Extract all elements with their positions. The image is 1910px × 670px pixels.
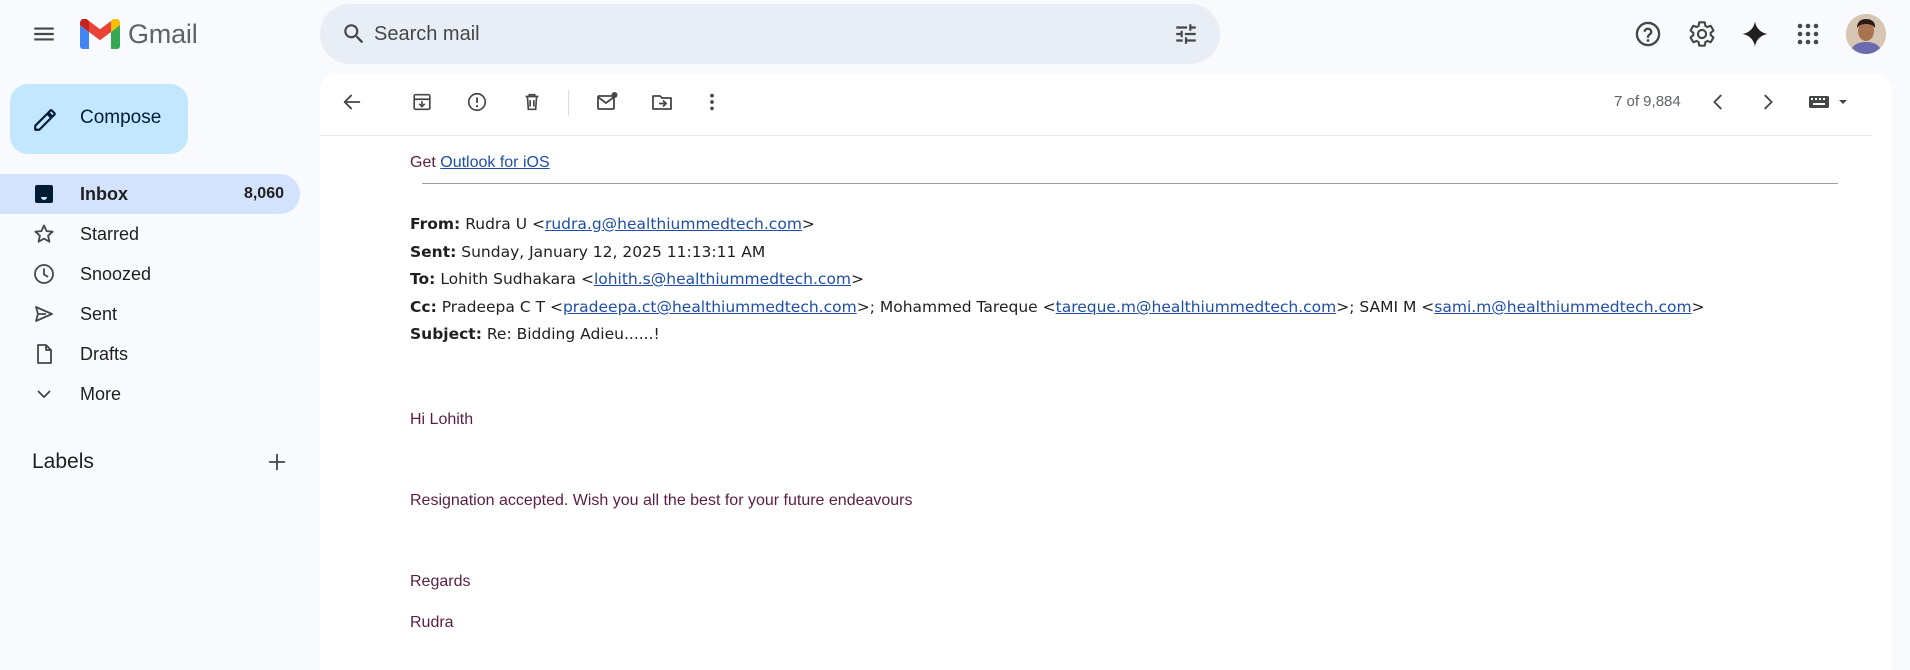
keyboard-icon[interactable] [1800, 80, 1860, 124]
unread-count: 8,060 [243, 185, 284, 202]
chevron-left-icon[interactable] [1696, 80, 1740, 124]
cc-text: Pradeepa C T < [441, 298, 563, 316]
gmail-logo-icon [80, 19, 120, 49]
to-label: To: [410, 270, 436, 288]
star-icon [32, 222, 56, 246]
to-email-link[interactable]: lohith.s@healthiummedtech.com [594, 270, 851, 288]
search-bar[interactable] [320, 4, 1220, 64]
clock-icon [32, 262, 56, 286]
settings-gear-icon[interactable] [1678, 10, 1726, 58]
get-prefix: Get [410, 154, 436, 171]
inbox-icon [32, 182, 56, 206]
more-vert-icon[interactable] [690, 80, 734, 124]
cc-email-link[interactable]: tareque.m@healthiummedtech.com [1056, 298, 1337, 316]
from-name: Rudra U < [465, 215, 545, 233]
message-view: 7 of 9,884 Get Outlook for iOS From: Rud… [320, 74, 1892, 670]
sidebar-item-label: More [80, 384, 122, 404]
move-to-icon[interactable] [640, 80, 684, 124]
cc-email-link[interactable]: pradeepa.ct@healthiummedtech.com [563, 298, 857, 316]
chevron-right-icon[interactable] [1746, 80, 1790, 124]
message-toolbar: 7 of 9,884 [320, 74, 1872, 136]
compose-label: Compose [80, 107, 162, 128]
main-menu-icon[interactable] [20, 10, 68, 58]
labels-heading: Labels [32, 450, 94, 473]
search-options-icon[interactable] [1162, 10, 1210, 58]
cc-text: >; SAMI M < [1336, 298, 1435, 316]
closing-text: Regards [410, 573, 471, 590]
sidebar-item-snoozed[interactable]: Snoozed [0, 254, 300, 294]
cc-label: Cc: [410, 298, 437, 316]
add-label-icon[interactable] [253, 442, 301, 482]
sidebar-item-inbox[interactable]: Inbox 8,060 [0, 174, 300, 214]
back-arrow-icon[interactable] [330, 80, 374, 124]
sidebar-item-label: Snoozed [80, 264, 152, 284]
signature-text: Rudra [410, 614, 454, 631]
cc-line: Cc: Pradeepa C T <pradeepa.ct@healthiumm… [410, 298, 1705, 316]
archive-icon[interactable] [400, 80, 444, 124]
help-icon[interactable] [1624, 10, 1672, 58]
toolbar-divider [568, 90, 569, 116]
from-email-link[interactable]: rudra.g@healthiummedtech.com [545, 215, 802, 233]
sidebar-item-label: Sent [80, 304, 118, 324]
sidebar-item-label: Starred [80, 224, 140, 244]
header-divider [422, 183, 1838, 184]
sidebar-item-label: Drafts [80, 344, 129, 364]
report-spam-icon[interactable] [455, 80, 499, 124]
gemini-sparkle-icon[interactable] [1731, 10, 1779, 58]
to-suffix: > [851, 270, 865, 288]
greeting-text: Hi Lohith [410, 411, 474, 428]
outlook-ios-link[interactable]: Outlook for iOS [440, 154, 549, 171]
sidebar-item-more[interactable]: More [0, 374, 300, 414]
from-suffix: > [801, 215, 815, 233]
sent-label: Sent: [410, 243, 457, 261]
google-apps-icon[interactable] [1784, 10, 1832, 58]
delete-icon[interactable] [510, 80, 554, 124]
app-name: Gmail [128, 18, 198, 49]
sidebar-item-drafts[interactable]: Drafts [0, 334, 300, 374]
pencil-icon [32, 107, 58, 133]
to-name: Lohith Sudhakara < [440, 270, 594, 288]
sidebar-item-sent[interactable]: Sent [0, 294, 300, 334]
account-avatar[interactable] [1846, 14, 1886, 54]
cc-text: > [1691, 298, 1705, 316]
to-line: To: Lohith Sudhakara <lohith.s@healthium… [410, 270, 864, 288]
sidebar-item-label: Inbox [80, 184, 128, 204]
sent-value: Sunday, January 12, 2025 11:13:11 AM [461, 243, 766, 261]
chevron-down-icon [32, 382, 56, 406]
sent-line: Sent: Sunday, January 12, 2025 11:13:11 … [410, 243, 765, 261]
message-text: Resignation accepted. Wish you all the b… [410, 492, 913, 509]
from-line: From: Rudra U <rudra.g@healthiummedtech.… [410, 215, 815, 233]
subject-value: Re: Bidding Adieu......! [486, 325, 660, 343]
draft-icon [32, 342, 56, 366]
message-pager: 7 of 9,884 [1614, 93, 1681, 110]
subject-label: Subject: [410, 325, 482, 343]
send-icon [32, 302, 56, 326]
sidebar-item-starred[interactable]: Starred [0, 214, 300, 254]
compose-button[interactable]: Compose [10, 84, 188, 154]
outlook-promo-line: Get Outlook for iOS [410, 154, 550, 172]
from-label: From: [410, 215, 461, 233]
top-bar: Gmail [0, 0, 1910, 70]
cc-text: >; Mohammed Tareque < [856, 298, 1056, 316]
search-input[interactable] [374, 4, 1134, 64]
cc-email-link[interactable]: sami.m@healthiummedtech.com [1434, 298, 1691, 316]
search-icon[interactable] [330, 10, 378, 58]
mark-unread-icon[interactable] [585, 80, 629, 124]
subject-line: Subject: Re: Bidding Adieu......! [410, 325, 660, 343]
gmail-logo[interactable]: Gmail [80, 16, 198, 52]
